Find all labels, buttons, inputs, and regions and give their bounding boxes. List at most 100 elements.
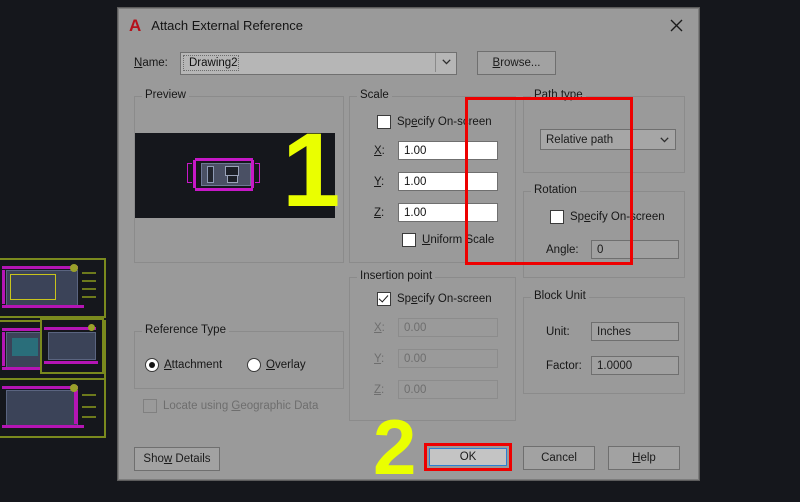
insertion-y-input: 0.00: [398, 349, 498, 368]
ok-button[interactable]: OK: [429, 448, 507, 466]
insertion-z-row: Z: 0.00: [374, 380, 498, 399]
scale-specify-onscreen-label: Specify On-screen: [397, 116, 492, 128]
scale-x-label: X:: [374, 144, 385, 157]
scale-z-row: Z: 1.00: [374, 203, 498, 222]
insertion-specify-onscreen-checkbox[interactable]: Specify On-screen: [377, 292, 492, 306]
insertion-z-input: 0.00: [398, 380, 498, 399]
show-details-label: Show Details: [143, 453, 211, 465]
scale-z-label: Z:: [374, 206, 385, 219]
scale-group-title: Scale: [357, 89, 392, 101]
path-type-group-title: Path type: [531, 89, 586, 101]
name-combobox[interactable]: Drawing2: [180, 51, 457, 75]
path-type-value: Relative path: [546, 133, 614, 146]
annotation-step-2: 2: [373, 403, 417, 491]
insertion-point-group-title: Insertion point: [357, 270, 436, 282]
reference-type-overlay-radio[interactable]: Overlay: [247, 358, 306, 372]
insertion-x-value: 0.00: [404, 321, 427, 334]
reference-type-attachment-radio[interactable]: Attachment: [145, 358, 222, 372]
insertion-point-group: Insertion point Specify On-screen X: 0.0…: [349, 270, 516, 421]
insertion-z-label: Z:: [374, 383, 385, 396]
close-icon[interactable]: [654, 9, 698, 42]
autocad-logo-icon: A: [129, 16, 142, 35]
rotation-angle-value: 0: [597, 243, 604, 256]
chevron-down-icon[interactable]: [655, 130, 673, 149]
scale-x-input[interactable]: 1.00: [398, 141, 498, 160]
block-unit-factor-value-field: 1.0000: [591, 356, 679, 375]
scale-z-input[interactable]: 1.00: [398, 203, 498, 222]
insertion-y-label: Y:: [374, 352, 385, 365]
cad-dimension-line: [74, 390, 78, 424]
block-unit-factor-value: 1.0000: [597, 359, 633, 372]
insertion-specify-onscreen-label: Specify On-screen: [397, 293, 492, 305]
cancel-button[interactable]: Cancel: [523, 446, 595, 470]
cad-dimension-line: [2, 386, 78, 389]
block-unit-factor-row: Factor: 1.0000: [546, 356, 679, 375]
annotation-step-1: 1: [282, 112, 341, 229]
scale-y-row: Y: 1.00: [374, 172, 498, 191]
preview-dimension-line: [251, 160, 254, 188]
rotation-specify-onscreen-label: Specify On-screen: [570, 211, 665, 223]
rotation-group-title: Rotation: [531, 184, 580, 196]
preview-interior-detail: [227, 175, 238, 183]
chevron-down-icon[interactable]: [435, 52, 456, 72]
insertion-z-value: 0.00: [404, 383, 427, 396]
cad-dimension-line: [2, 266, 78, 269]
preview-interior-detail: [207, 166, 214, 183]
browse-label: Browse...: [492, 57, 541, 69]
cad-dimension-line: [44, 361, 98, 364]
rotation-angle-row: Angle: 0: [546, 240, 679, 259]
cad-dimension-line: [2, 425, 84, 428]
uniform-scale-label: Uniform Scale: [422, 234, 495, 246]
insertion-x-row: X: 0.00: [374, 318, 498, 337]
cad-drawing-block: [0, 378, 106, 438]
cad-grid-tick: [82, 394, 96, 396]
browse-mnemonic: B: [492, 57, 501, 69]
preview-dimension-line: [195, 158, 253, 161]
cad-node-dot: [70, 384, 78, 392]
dialog-titlebar[interactable]: A Attach External Reference: [119, 9, 698, 42]
browse-button[interactable]: Browse...: [477, 51, 556, 75]
cad-plan-body: [6, 390, 78, 426]
checkbox-unchecked-icon: [550, 210, 564, 224]
insertion-x-label: X:: [374, 321, 385, 334]
insertion-y-value: 0.00: [404, 352, 427, 365]
scale-y-value: 1.00: [404, 175, 427, 188]
checkbox-checked-icon: [377, 292, 391, 306]
cad-dimension-line: [2, 305, 84, 308]
block-unit-group: Block Unit Unit: Inches Factor: 1.0000: [523, 290, 685, 394]
checkbox-unchecked-icon: [402, 233, 416, 247]
radio-unselected-icon: [247, 358, 261, 372]
block-unit-unit-row: Unit: Inches: [546, 322, 679, 341]
scale-z-value: 1.00: [404, 206, 427, 219]
scale-specify-onscreen-checkbox[interactable]: Specify On-screen: [377, 115, 492, 129]
attachment-label: Attachment: [164, 359, 223, 371]
name-row: Name: Drawing2 Browse...: [134, 51, 684, 75]
cad-grid-tick: [82, 280, 96, 282]
scale-y-input[interactable]: 1.00: [398, 172, 498, 191]
show-details-button[interactable]: Show Details: [134, 447, 220, 471]
ok-button-highlight: OK: [424, 443, 512, 471]
cad-grid-tick: [82, 296, 96, 298]
locate-geographic-data-checkbox: Locate using Geographic Data: [143, 399, 318, 413]
name-label-rest: ame:: [142, 57, 168, 69]
path-type-combobox[interactable]: Relative path: [540, 129, 676, 150]
cad-grid-tick: [82, 406, 96, 408]
reference-type-group-title: Reference Type: [142, 324, 229, 336]
name-value: Drawing2: [183, 55, 239, 71]
scale-group: Scale Specify On-screen X: 1.00 Y: 1.00 …: [349, 89, 516, 263]
cad-node-dot: [70, 264, 78, 272]
overlay-label: Overlay: [266, 359, 306, 371]
preview-dimension-line: [195, 188, 253, 191]
preview-group-title: Preview: [142, 89, 189, 101]
scale-y-label: Y:: [374, 175, 385, 188]
block-unit-factor-label: Factor:: [546, 359, 582, 372]
cad-node-dot: [88, 324, 95, 331]
help-button[interactable]: Help: [608, 446, 680, 470]
rotation-specify-onscreen-checkbox[interactable]: Specify On-screen: [550, 210, 665, 224]
block-unit-unit-value-field: Inches: [591, 322, 679, 341]
path-type-group: Path type Relative path: [523, 89, 685, 173]
insertion-y-row: Y: 0.00: [374, 349, 498, 368]
reference-type-group: Reference Type Attachment Overlay: [134, 324, 344, 389]
cancel-label: Cancel: [541, 452, 577, 464]
uniform-scale-checkbox[interactable]: Uniform Scale: [402, 233, 494, 247]
